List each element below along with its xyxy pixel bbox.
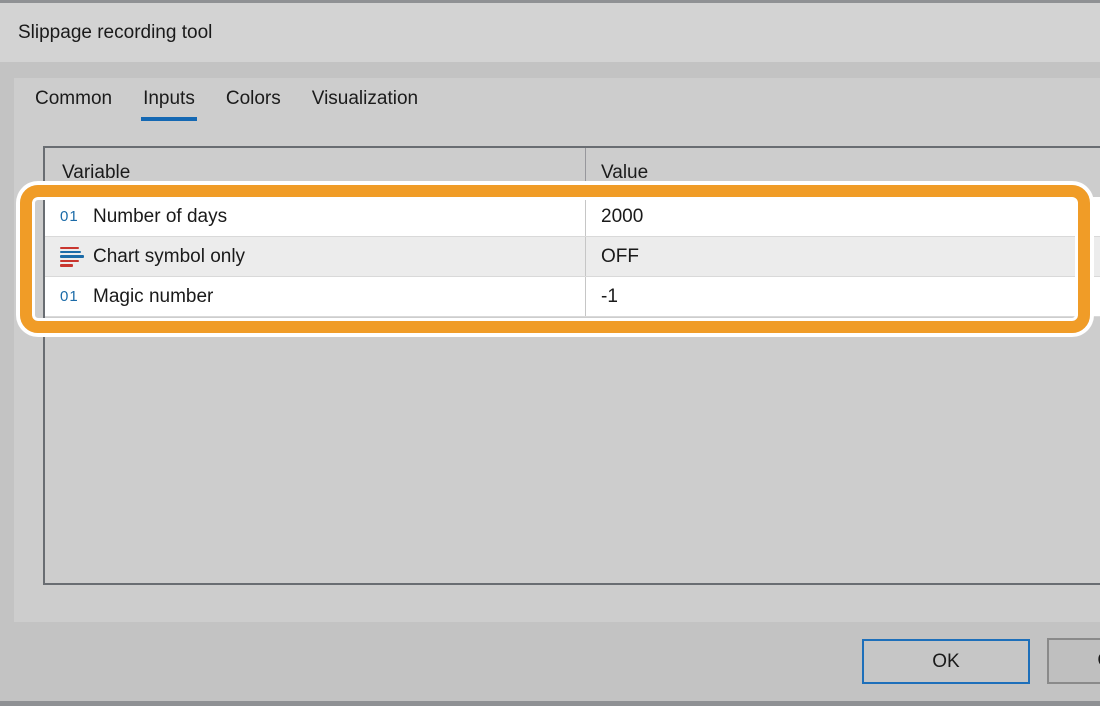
column-header-value[interactable]: Value bbox=[585, 148, 1100, 197]
tab-colors[interactable]: Colors bbox=[224, 88, 283, 121]
value-text: 2000 bbox=[601, 206, 643, 228]
tab-bar: Common Inputs Colors Visualization bbox=[33, 88, 420, 121]
numeric-input-icon: 01 bbox=[60, 208, 84, 225]
numeric-input-icon: 01 bbox=[60, 288, 84, 305]
variable-cell: Chart symbol only bbox=[45, 237, 585, 276]
table-row[interactable]: 01 Magic number -1 bbox=[45, 277, 1100, 317]
dialog-window: Slippage recording tool Common Inputs Co… bbox=[0, 0, 1100, 706]
value-text: -1 bbox=[601, 286, 618, 308]
boolean-input-icon bbox=[60, 247, 84, 267]
cancel-button[interactable]: Cancel bbox=[1047, 638, 1100, 684]
window-titlebar[interactable]: Slippage recording tool bbox=[0, 3, 1100, 62]
ok-button-label: OK bbox=[932, 651, 959, 673]
variable-name: Number of days bbox=[93, 206, 227, 228]
value-cell[interactable]: -1 bbox=[585, 277, 1100, 316]
value-cell[interactable]: 2000 bbox=[585, 197, 1100, 236]
tab-common[interactable]: Common bbox=[33, 88, 114, 121]
table-header: Variable Value bbox=[45, 148, 1100, 197]
variable-name: Magic number bbox=[93, 286, 213, 308]
window-title: Slippage recording tool bbox=[18, 22, 212, 44]
table-row[interactable]: 01 Number of days 2000 bbox=[45, 197, 1100, 237]
value-cell[interactable]: OFF bbox=[585, 237, 1100, 276]
table-row[interactable]: Chart symbol only OFF bbox=[45, 237, 1100, 277]
window-bottom-edge bbox=[0, 701, 1100, 706]
ok-button[interactable]: OK bbox=[862, 639, 1030, 684]
variable-name: Chart symbol only bbox=[93, 246, 245, 268]
variable-cell: 01 Number of days bbox=[45, 197, 585, 236]
column-header-variable[interactable]: Variable bbox=[45, 162, 585, 184]
variable-cell: 01 Magic number bbox=[45, 277, 585, 316]
inputs-table: Variable Value 01 Number of days 2000 Ch… bbox=[43, 146, 1100, 585]
tab-visualization[interactable]: Visualization bbox=[310, 88, 420, 121]
value-text: OFF bbox=[601, 246, 639, 268]
tab-inputs[interactable]: Inputs bbox=[141, 88, 197, 121]
